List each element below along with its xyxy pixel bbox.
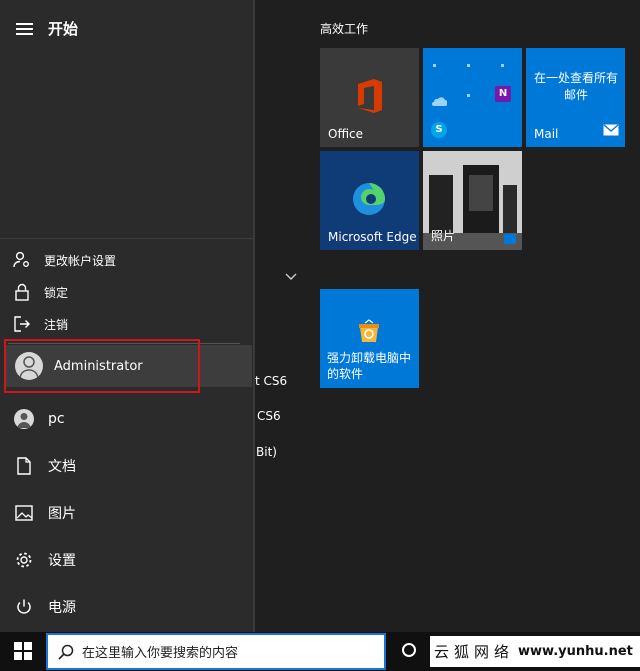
hamburger-menu-icon[interactable] — [16, 20, 33, 38]
lock-item[interactable]: 锁定 — [0, 277, 250, 307]
app-list-item[interactable]: CS6 — [257, 409, 281, 423]
photos-icon — [504, 234, 516, 244]
rail-item-settings[interactable]: 设置 — [0, 538, 250, 582]
watermark: 云狐网络 www.yunhu.net — [430, 636, 640, 667]
mail-caption: 在一处查看所有邮件 — [533, 71, 618, 102]
recycle-box-icon — [356, 319, 382, 347]
uninstall-tile[interactable]: 强力卸载电脑中的软件 — [320, 289, 419, 388]
photo-image — [469, 175, 493, 211]
app-list-item[interactable]: t CS6 — [255, 374, 287, 388]
office-tile[interactable]: Office — [320, 48, 419, 147]
gear-icon — [0, 551, 48, 569]
tile-group-title: 高效工作 — [320, 22, 369, 36]
search-icon — [58, 644, 74, 660]
photos-tile-label: 照片 — [431, 229, 456, 243]
photos-tile[interactable]: 照片 — [423, 151, 522, 250]
app-icon — [467, 94, 470, 97]
rail-item-documents[interactable]: 文档 — [0, 444, 250, 488]
cortana-icon[interactable] — [402, 643, 416, 657]
watermark-text: 云狐网络 — [434, 643, 515, 661]
power-icon — [0, 598, 48, 616]
sign-out-item[interactable]: 注销 — [0, 309, 250, 339]
office-icon — [354, 78, 386, 118]
rail-item-user[interactable]: pc — [0, 397, 250, 441]
app-icon — [467, 64, 470, 67]
sign-out-icon — [0, 315, 44, 333]
rail-divider — [253, 0, 255, 632]
user-avatar-icon — [0, 409, 48, 429]
app-folder-tile[interactable]: N S — [423, 48, 522, 147]
app-icon — [433, 64, 436, 67]
rail-item-settings-label: 设置 — [48, 553, 76, 569]
onedrive-icon — [431, 92, 448, 111]
app-icon — [501, 64, 504, 67]
edge-tile-label: Microsoft Edge — [328, 230, 417, 244]
search-placeholder: 在这里输入你要搜索的内容 — [82, 646, 239, 661]
windows-start-icon[interactable] — [14, 642, 32, 664]
uninstall-tile-label: 强力卸载电脑中的软件 — [327, 351, 412, 381]
onenote-icon: N — [495, 86, 511, 102]
watermark-url: www.yunhu.net — [518, 644, 633, 659]
rail-item-power[interactable]: 电源 — [0, 585, 250, 629]
photo-image — [429, 175, 453, 235]
rail-item-power-label: 电源 — [48, 600, 76, 616]
lock-icon — [0, 283, 44, 301]
lock-label: 锁定 — [44, 285, 69, 300]
account-settings-icon — [0, 251, 44, 269]
sign-out-label: 注销 — [44, 317, 69, 332]
rail-item-pictures[interactable]: 图片 — [0, 491, 250, 535]
change-account-settings-label: 更改帐户设置 — [44, 253, 117, 268]
mail-icon — [603, 121, 619, 140]
office-tile-label: Office — [328, 127, 364, 141]
mail-tile[interactable]: 在一处查看所有邮件 Mail — [526, 48, 625, 147]
rail-item-pictures-label: 图片 — [48, 506, 76, 522]
taskbar-search-box[interactable]: 在这里输入你要搜索的内容 — [46, 633, 386, 670]
start-title: 开始 — [48, 20, 79, 38]
rail-item-user-label: pc — [48, 411, 65, 427]
picture-icon — [0, 505, 48, 521]
annotation-highlight-box — [4, 339, 200, 393]
chevron-down-icon[interactable] — [285, 266, 297, 285]
change-account-settings-item[interactable]: 更改帐户设置 — [0, 245, 250, 275]
app-list-item[interactable]: Bit) — [256, 445, 277, 459]
rail-item-documents-label: 文档 — [48, 459, 76, 475]
photo-image — [503, 185, 517, 233]
edge-tile[interactable]: Microsoft Edge — [320, 151, 419, 250]
skype-icon: S — [431, 122, 447, 138]
edge-icon — [351, 181, 387, 221]
mail-tile-label: Mail — [534, 127, 559, 141]
document-icon — [0, 457, 48, 475]
